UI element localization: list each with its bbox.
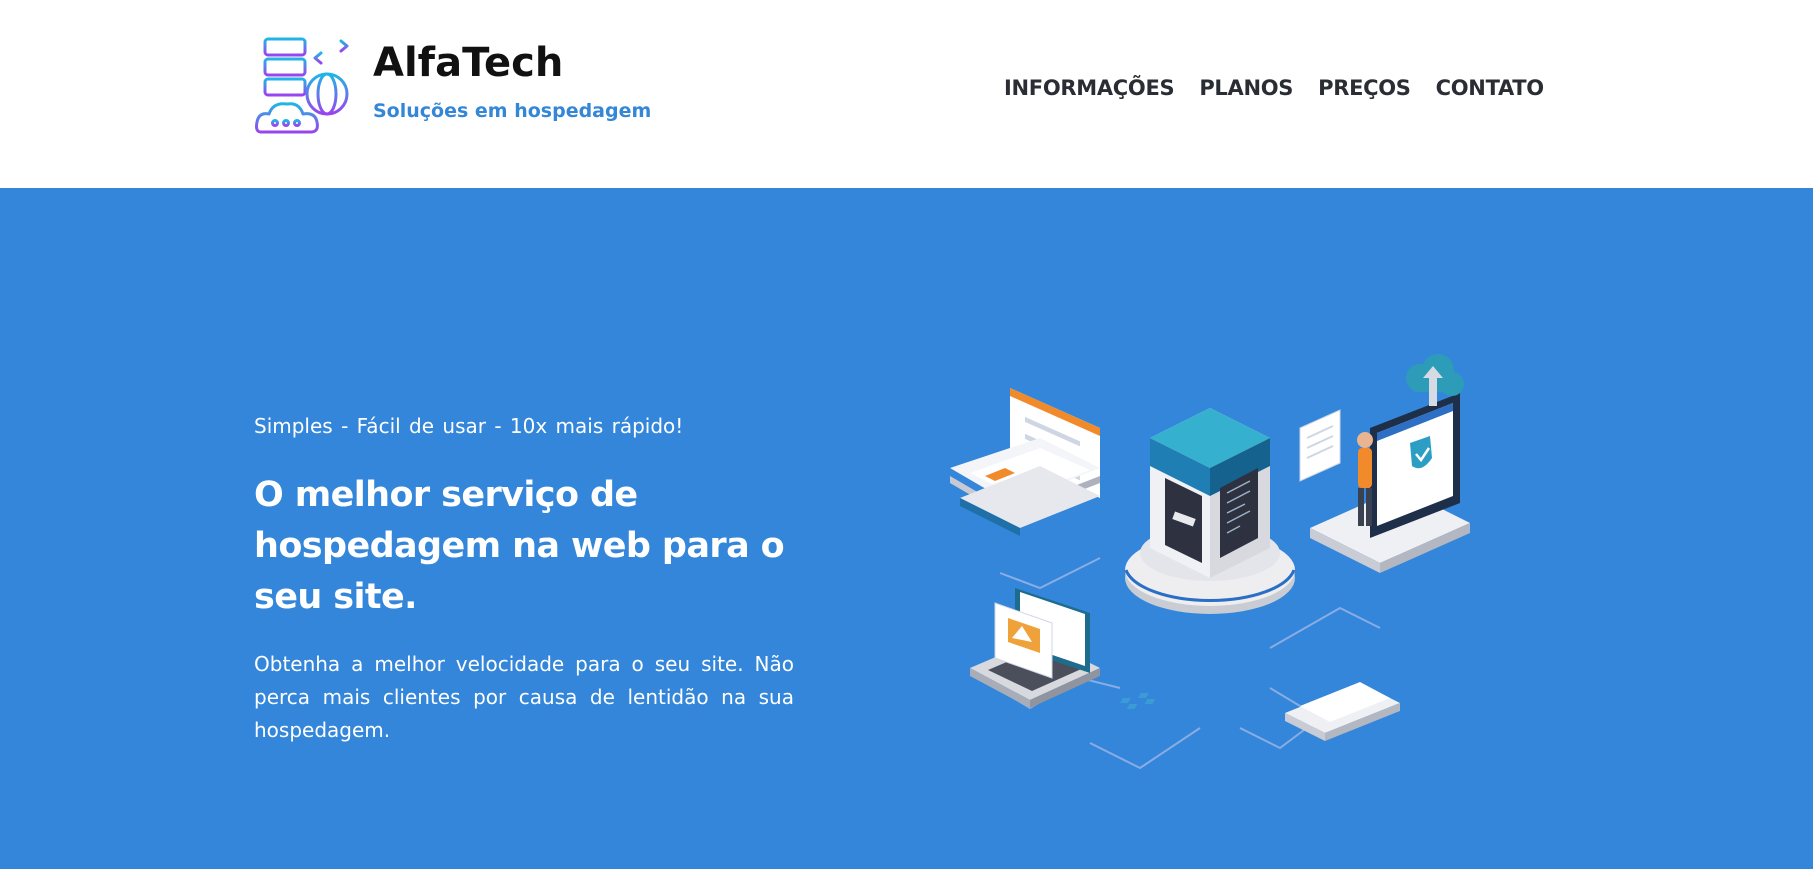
nav-item-precos[interactable]: PREÇOS (1318, 76, 1411, 100)
hero-description: Obtenha a melhor velocidade para o seu s… (254, 652, 794, 742)
server-cloud-globe-icon[interactable] (255, 36, 355, 140)
nav-item-planos[interactable]: PLANOS (1199, 76, 1293, 100)
site-header: AlfaTech Soluções em hospedagem INFORMAÇ… (0, 0, 1813, 188)
main-nav: INFORMAÇÕES PLANOS PREÇOS CONTATO (1004, 76, 1544, 100)
nav-item-contato[interactable]: CONTATO (1436, 76, 1545, 100)
brand-name[interactable]: AlfaTech (373, 40, 563, 86)
hero-section: Simples - Fácil de usar - 10x mais rápid… (0, 188, 1813, 869)
isometric-hosting-illustration (950, 354, 1470, 770)
hero-tagline: Simples - Fácil de usar - 10x mais rápid… (254, 414, 684, 438)
nav-item-informacoes[interactable]: INFORMAÇÕES (1004, 76, 1175, 100)
brand-tagline: Soluções em hospedagem (373, 100, 652, 122)
hero-headline: O melhor serviço de hospedagem na web pa… (254, 475, 785, 617)
